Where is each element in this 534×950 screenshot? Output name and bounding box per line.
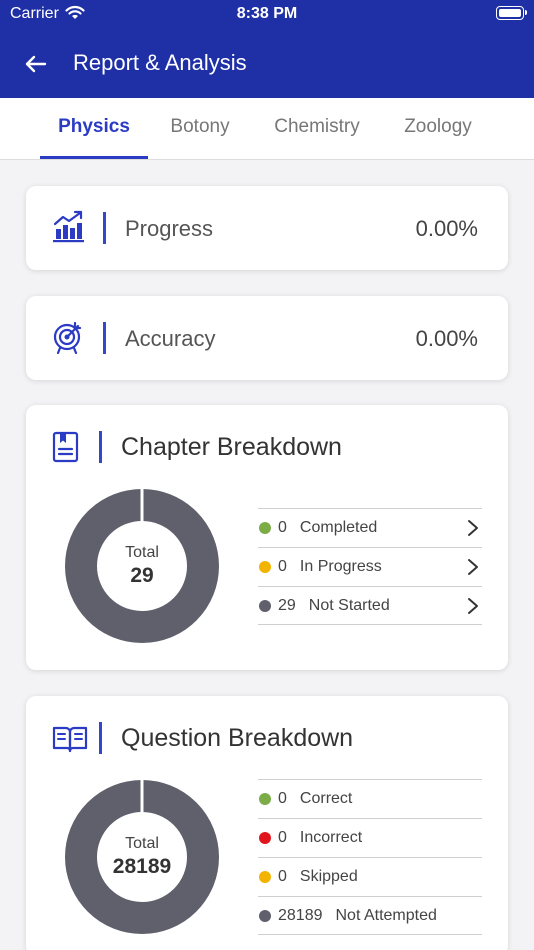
tab-chemistry[interactable]: Chemistry [262,116,372,138]
divider [103,322,106,354]
row-label: Skipped [299,868,358,885]
chapter-status-list: 0 Completed 0 In Progress 29 Not Started [258,508,482,625]
accuracy-label: Accuracy [125,326,216,351]
status-dot [259,832,271,844]
app-header: Carrier 8:38 PM Report & Analysis [0,0,534,98]
chapter-breakdown-card: Chapter Breakdown Total 29 0 Completed 0… [26,405,508,670]
chapter-total-value: 29 [130,564,154,587]
row-count: 29 [278,596,296,614]
tab-zoology[interactable]: Zoology [393,116,483,138]
row-count: 0 [278,790,287,807]
question-row-correct[interactable]: 0 Correct [258,779,482,818]
bar-chart-icon [53,210,84,243]
accuracy-value: 0.00% [415,326,478,351]
divider [99,431,102,463]
chapter-row-in-progress[interactable]: 0 In Progress [258,547,482,586]
row-count: 28189 [278,906,323,924]
active-tab-indicator [40,156,148,159]
progress-value: 0.00% [415,216,478,241]
question-breakdown-title: Question Breakdown [121,724,354,752]
status-bar: Carrier 8:38 PM [0,0,534,28]
row-label: Completed [299,519,378,536]
question-total-value: 28189 [112,855,172,878]
tab-physics[interactable]: Physics [40,116,148,138]
accuracy-card: Accuracy 0.00% [26,296,508,380]
chapter-breakdown-title: Chapter Breakdown [121,433,342,461]
chapter-total: Total 29 [97,544,187,588]
question-total-label: Total [125,835,159,852]
chapter-row-completed[interactable]: 0 Completed [258,508,482,547]
subject-tabs: Physics Botony Chemistry Zoology [0,98,534,160]
row-label: Incorrect [299,829,363,846]
status-dot [259,871,271,883]
chevron-right-icon [468,598,478,614]
row-label: In Progress [299,558,382,575]
battery-icon [496,6,527,20]
row-count: 0 [278,868,287,885]
question-row-skipped[interactable]: 0 Skipped [258,857,482,896]
progress-label: Progress [125,216,214,241]
row-count: 0 [278,558,287,575]
status-dot [259,599,271,612]
row-count: 0 [278,829,287,846]
open-book-icon [52,726,88,753]
divider [99,722,102,754]
question-breakdown-card: Question Breakdown Total 28189 0 Correct… [26,696,508,950]
row-count: 0 [278,519,287,536]
row-label: Not Started [308,596,390,614]
status-dot [259,793,271,805]
question-status-list: 0 Correct 0 Incorrect 0 Skipped 28189 No… [258,779,482,935]
question-total: Total 28189 [97,835,187,879]
row-label: Not Attempted [335,906,437,924]
target-icon [53,321,82,354]
divider [103,212,106,244]
page-title: Report & Analysis [73,50,247,75]
chevron-right-icon [468,520,478,536]
status-time: 8:38 PM [236,5,298,22]
row-label: Correct [299,790,353,807]
question-row-incorrect[interactable]: 0 Incorrect [258,818,482,857]
status-dot [259,909,271,922]
chapter-total-label: Total [125,544,159,561]
chapter-row-not-started[interactable]: 29 Not Started [258,586,482,625]
status-dot [259,522,271,534]
progress-card: Progress 0.00% [26,186,508,270]
book-icon [52,431,79,463]
back-arrow-icon[interactable] [22,50,50,78]
question-row-not-attempted[interactable]: 28189 Not Attempted [258,896,482,935]
tab-botony[interactable]: Botony [160,116,240,138]
chevron-right-icon [468,559,478,575]
status-dot [259,561,271,573]
